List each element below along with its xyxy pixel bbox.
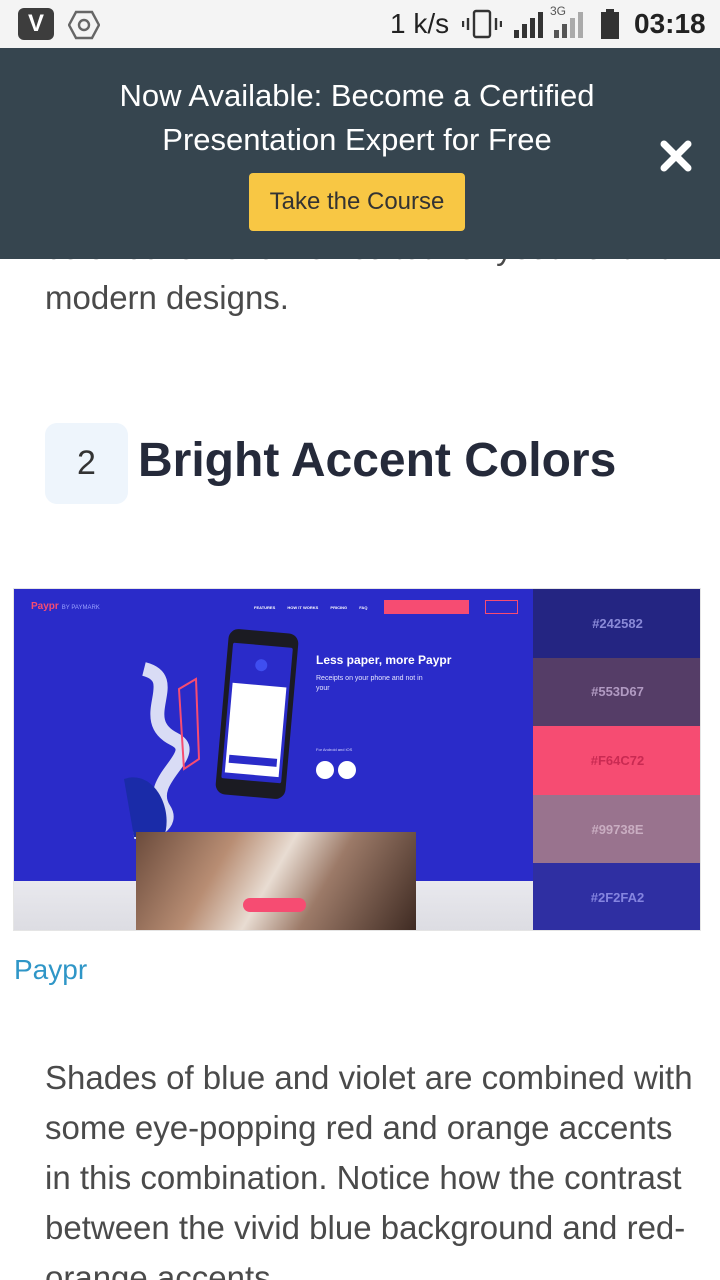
mockup-login-button — [485, 600, 518, 614]
apple-store-icon — [338, 761, 356, 779]
color-swatch: #F64C72 — [533, 726, 700, 795]
vibrate-icon — [462, 9, 502, 39]
mockup-nav-item: FAQ — [359, 605, 368, 610]
mockup-headline: Less paper, more Paypr — [316, 653, 452, 667]
color-swatch: #553D67 — [533, 657, 700, 727]
color-swatch-hex: #242582 — [592, 615, 643, 631]
mockup-cafe-photo — [136, 832, 416, 930]
mockup-receipt-card — [224, 682, 287, 778]
hexagon-settings-icon — [68, 10, 100, 40]
body-paragraph: Shades of blue and violet are combined w… — [45, 1059, 693, 1280]
signal-strength-secondary-icon — [554, 12, 583, 38]
mockup-phone-screen — [221, 642, 293, 784]
step-number-badge: 2 — [45, 423, 128, 504]
mockup-nav-item: PRICING — [330, 605, 348, 610]
mockup-submit-bar — [228, 754, 278, 767]
network-speed: 1 k/s — [390, 8, 450, 39]
mockup-nav: FEATURES HOW IT WORKS PRICING FAQ — [254, 605, 378, 610]
mockup-watch-video-button — [243, 898, 306, 912]
mockup-logo-sub: BY PAYMARK — [61, 605, 100, 611]
close-icon[interactable] — [658, 138, 694, 174]
mockup-subtext: Receipts on your phone and not in your — [316, 675, 423, 692]
color-swatch-hex: #F64C72 — [590, 752, 645, 768]
color-swatch-hex: #99738E — [591, 821, 644, 837]
promo-title: Now Available: Become a Certified Presen… — [119, 78, 595, 157]
promo-banner: Now Available: Become a Certified Presen… — [0, 48, 720, 259]
color-palette: #242582 #553D67 #F64C72 #99738E #2F2FA2 — [533, 589, 700, 930]
status-bar: V 1 k/s 3G 03:18 — [0, 0, 720, 48]
color-swatch: #99738E — [533, 794, 700, 864]
mockup-phone — [214, 628, 300, 800]
mockup-platform-text: For Android and iOS — [316, 747, 353, 752]
mockup-logo: Paypr BY PAYMARK — [31, 601, 100, 612]
mockup-logo-text: Paypr — [31, 601, 59, 612]
signal-strength-icon — [514, 12, 543, 38]
paper-ribbon-graphic — [124, 662, 201, 839]
section-heading: Bright Accent Colors — [138, 434, 617, 487]
take-course-button[interactable]: Take the Course — [249, 173, 465, 231]
mockup-nav-item: FEATURES — [254, 605, 276, 610]
battery-icon — [601, 9, 619, 39]
android-store-icon — [316, 761, 334, 779]
clock-time: 03:18 — [634, 8, 706, 39]
mockup-trial-button — [384, 600, 469, 614]
color-swatch: #242582 — [533, 589, 700, 658]
figure-caption-link[interactable]: Paypr — [14, 954, 87, 986]
color-swatch: #2F2FA2 — [533, 863, 700, 930]
palette-figure: Paypr BY PAYMARK FEATURES HOW IT WORKS PR… — [13, 588, 701, 931]
color-swatch-hex: #2F2FA2 — [590, 890, 645, 906]
mockup-app-dot — [254, 658, 268, 672]
color-swatch-hex: #553D67 — [591, 684, 644, 700]
website-mockup-image: Paypr BY PAYMARK FEATURES HOW IT WORKS PR… — [14, 589, 533, 930]
app-notification-icon: V — [18, 8, 54, 40]
mockup-nav-item: HOW IT WORKS — [287, 605, 319, 610]
